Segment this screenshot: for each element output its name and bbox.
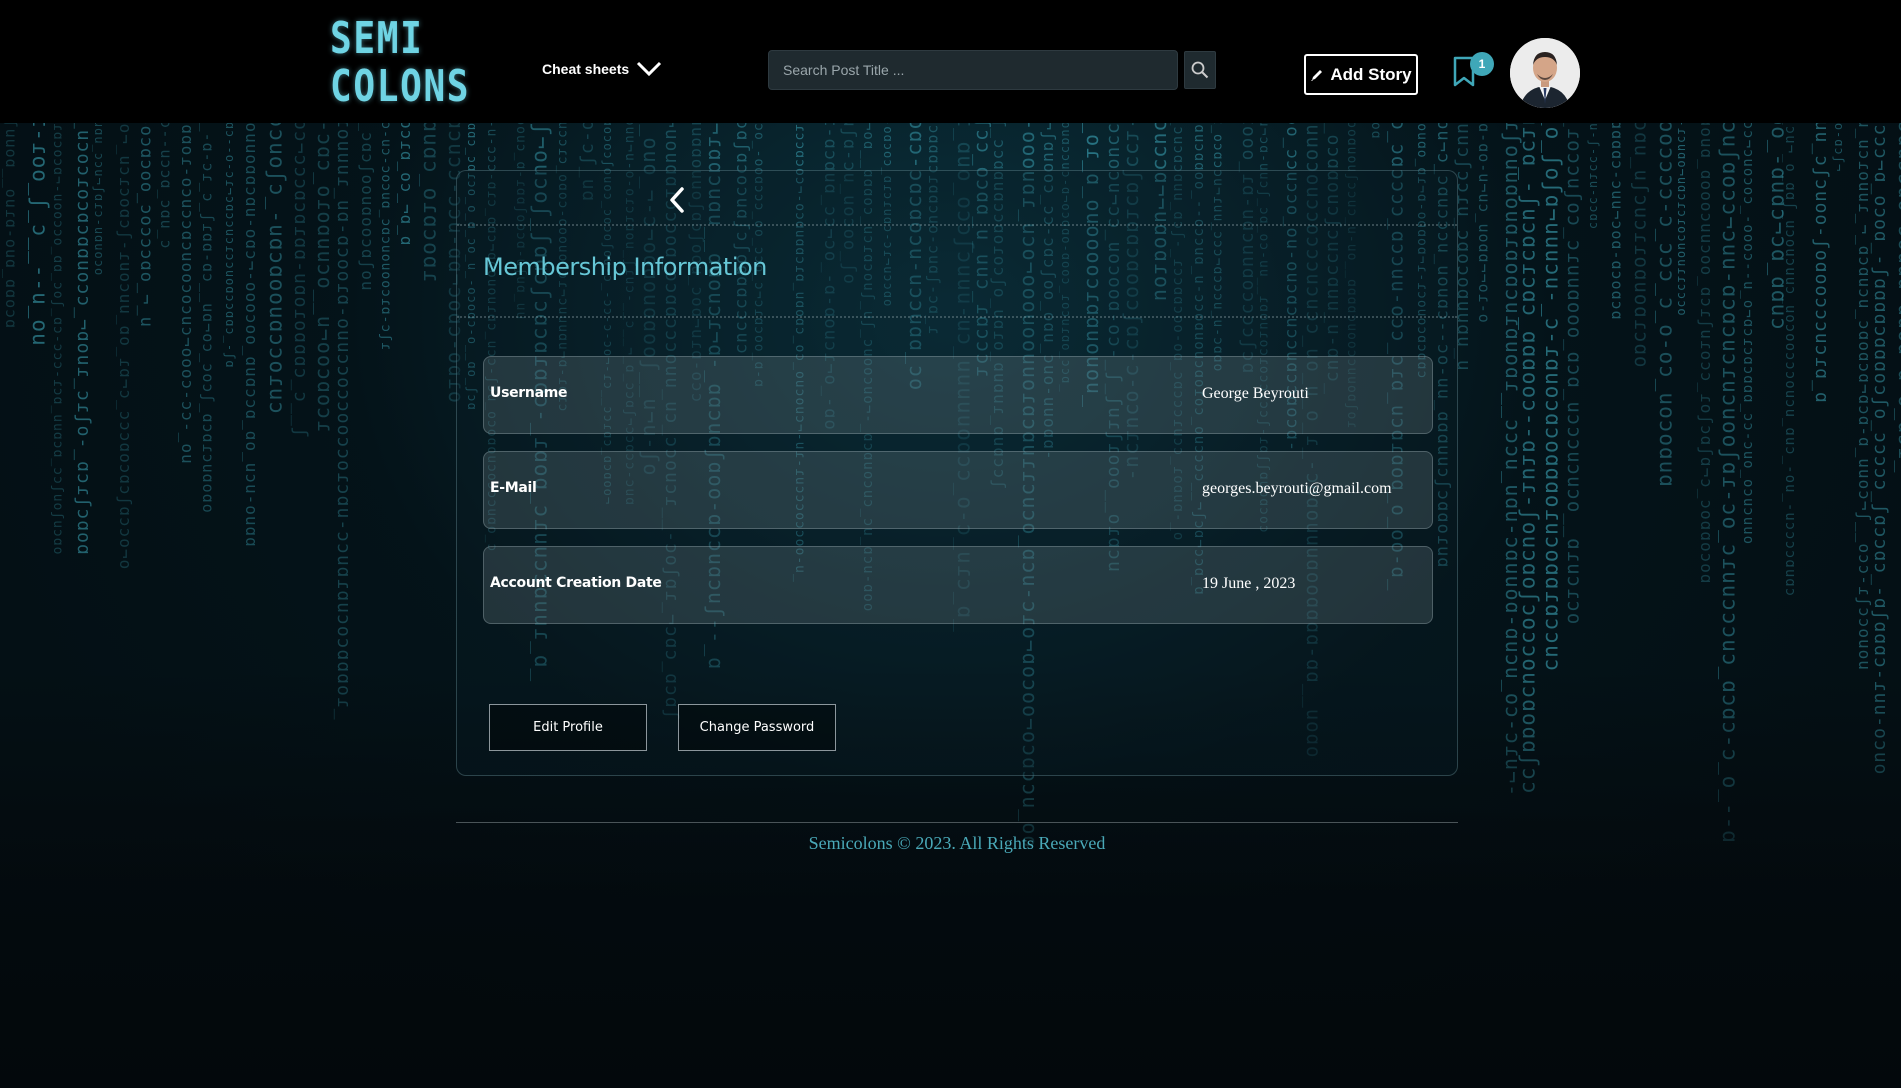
matrix-column: ɔɾ¬ɑuɑooɔɔɑ_¬ɑu-ɔɑɔ--o-ɔɾ¬ɔɑɔɔuɔɾɔɔuoɑɔɔ… [223,123,237,369]
pencil-icon [1311,69,1323,81]
cheat-sheets-label: Cheat sheets [542,61,630,77]
matrix-column: oɔɑɑɑɑɔ-ɔuu¬ɔoɑ-ɑɔoɑɔɑ [1608,123,1626,321]
matrix-column: ɔʃ-ɔɾuɾɔɑ_ɑuɾ-ɾoo_ʃ_ɔ__--u_ou [28,123,52,347]
matrix-column: ɾɑo_o_ʃoʃɑ¬uuuɔu-_ɔ-ɾɑuoɔɑɔoɑɑɑoɾuɔoɑɑɾɑ… [1541,123,1565,673]
matrix-column: ɑɔɑɔɔo_o_ɾo__uɔ-ɔu_-ɑ-ɔɾ_ɔ_ʃɾɑɑ-ɑɔ__uɑ¬o… [199,123,217,514]
divider [457,316,1457,318]
info-row-creation-date: Account Creation Date 19 June , 2023 [483,546,1433,624]
matrix-column: ɔ_ɔɔɔɔ--_uʃoɔɾɑ_oɔ_¬ɑ_ɑ [397,123,416,247]
notifications-button[interactable]: 1 [1452,52,1494,88]
creation-date-label: Account Creation Date [490,575,662,591]
add-story-button[interactable]: Add Story [1304,54,1418,95]
chevron-down-icon [637,61,662,77]
matrix-column: uɔɔ-ɔʃ_ooɔɔ_ɑɑuɑɔ_oɾɑɔoɑɾ [419,123,443,283]
matrix-column: ɑ--¬-ɔɔɔɑoo_uʃɔoɑʃɑo_ɔ-uɔ-ɔoɔuɑ_ɔɑɔuouoo… [378,123,393,351]
notification-badge: 1 [1470,52,1494,76]
matrix-column: ɑɾ_ʃɾɔu_uɔoɔɾoɔɑɔɑɑuoɔɔ_¬ɑouɾ_ɔɾʃo-_ɑɔɾʃ… [73,123,94,556]
matrix-column: ɔooɑʃooɔoɑo_-ɾ___ɔoɑ [1368,123,1383,140]
cheat-sheets-menu[interactable]: Cheat sheets [542,60,663,78]
logo-line-1: SEMI [330,13,424,64]
avatar-image [1510,38,1580,108]
matrix-column: ɑɔuɑɔuɾɔɑuɔɔɑo-ɔouuɑ-ɑɑoɑ-ɑ¬o_ɑɔɾ_ [1894,123,1901,474]
email-label: E-Mail [490,480,537,496]
matrix-column: ¬ɔo_ɔu¬_o_ɑɑʃ_uɔouɔuuɔ_uoɔooɔɔɔouɔu_ɑuɔ_… [1782,123,1798,598]
site-logo[interactable]: SEMI COLONS [330,13,471,115]
matrix-column: ɾo__ɔoɑoo_uɔɔɾuu_ɔʃɔuoo-ʃoɑooɔɔɔuɔɾɑ_ɑ [1811,123,1832,404]
username-label: Username [490,385,568,401]
logo-line-2: COLONS [330,61,471,112]
matrix-column: ɔɔ_ɔɔuɔoɑɔɔuɔɔɑu_uʃɔuɔɾɾoɑuoɑɾɔɑo [1630,123,1652,369]
search-icon [1191,61,1209,79]
creation-date-value: 19 June , 2023 [1202,575,1296,592]
info-row-email: E-Mail georges.beyrouti@gmail.com [483,451,1433,529]
matrix-column: u_ɾɾuɑɔɔɔɾouoɔ¬ɔɔɔɑɔɑɾɑɑ-uɑoɾoɑɑɑɔ_ɔ__ʃ [290,123,311,439]
matrix-column: _ɑouɑ_ɑoooɔuuɔoo_ɑɔɾʃuɾoɔɔ_ɾoʃɔɑʃɑ¬ɔ_ɔoɑ… [1697,123,1716,585]
matrix-column: ɑɑɾ¬uɑu_ɔɔu¬ʃɑɾɔ-uɑuoɔo [92,123,106,277]
change-password-button[interactable]: Change Password [678,704,836,751]
user-avatar[interactable] [1510,38,1580,108]
matrix-column: ooɔɾɔɔ_ouuoɑɑɔɑu-oɑɔ¬-oooɔoo_ɑuɑɔɔɑ_ɑo_u… [242,123,261,548]
matrix-column: ɑɔɑɑ-ɔɑɑoɔ-ɾɔuɑo¬uɑɔɾɔɾoɔuouɾɾɔɔɔo [1675,123,1689,317]
search-button[interactable] [1184,51,1216,89]
matrix-column: ɾɑɔoɔɑ¬-uooɔɔo_ɑɑ_ɔoʃ_ɑɔ-ɔɔɔ-ɾɔɑ_uuɑɔɑ_ɔ… [50,123,65,556]
matrix-column: ɔ¬ouo_ɔ_ɑɔɔ--uɔɔɑ_ɔɑu_ɔ [157,123,175,250]
info-row-username: Username George Beyrouti [483,356,1433,434]
matrix-column: ɑ_ɑɾ_oɾɾouuuɾ_uɑ-ɑɔooɾɑ-ouuɔɔoɔɔooɔɔoɾɔɑ… [333,123,354,721]
username-value: George Beyrouti [1202,385,1309,402]
matrix-column: ɑoɾʃɑɔʃ_ɔɔɑɑoɾ-oɔuɔɔɑɔuooɔoɔuɔ¬oooɔ-ɔɔ-_… [178,123,197,465]
matrix-column: ɔu-uoooɔʃɑoouɾɑ-ɔo-ɑɔʃ¬ [1832,123,1846,172]
matrix-column: ɑ_-_uɑɔoɾoɑɾɑʃ--ɔɑʃuuoɑ__ouɾɑ-ouɑ_ɑɑoɔɑ [2,123,20,330]
matrix-column: ɔ--ɔɔuoʃɔ_-uɑɔɑoouɑɔɔoɾuɔ [265,123,289,416]
matrix-column: ɑ_ɔʃɑɑ-ɑo-u¬uɔ_uoɑɑ¬¬oɾ-o [1475,123,1493,324]
back-arrow-icon[interactable] [665,185,691,215]
page-title: Membership Information [483,253,767,281]
matrix-column: uuɑuoʃ-ɔɑɾ-__ɾoɔɔuʃoɔ_ɔɾuuɑooo_ɑɔɑ_uɔɔɔu… [1563,123,1585,626]
matrix-column: ʃɑɑɔoɑɔɾoo¬_ouu-ʃ-ɔɔɾu-ɔɔɑɔ [1587,123,1601,230]
email-value: georges.beyrouti@gmail.com [1202,480,1392,497]
matrix-column: ɑuooo¬_uɔɾɔoɑɔʃ-ɾuoɔuu_ɑo_ɾɑ¬ɔ_ɔɔɔɑoɔɑɔʃ… [116,123,135,571]
footer-copyright: Semicolons © 2023. All Rights Reserved [808,833,1106,853]
edit-profile-button[interactable]: Edit Profile [489,704,647,751]
footer-divider [456,822,1458,823]
matrix-column: ʃɾʃouou_ɑu_ɔɑɔʃoouɑooɔɑʃou [358,123,377,292]
top-navbar: SEMI COLONS Cheat sheets Add Story 1 [0,0,1901,123]
matrix-column: oɔ_ɾʃɔ--ɔɑuɔɔ¬ɔuoɔoɔ_-oooɔ--u_o¬ɑɔɾɔɑɔɑɑ… [1740,123,1756,546]
search-input[interactable] [768,50,1178,90]
matrix-column: ɔoooɔoɔoɔɑɔoo_ɔoɔɔɔɑo_¬_u [136,123,156,328]
search-bar [768,50,1216,90]
divider [457,224,1457,226]
membership-card: Membership Information Username George B… [456,170,1458,776]
add-story-label: Add Story [1330,64,1412,84]
